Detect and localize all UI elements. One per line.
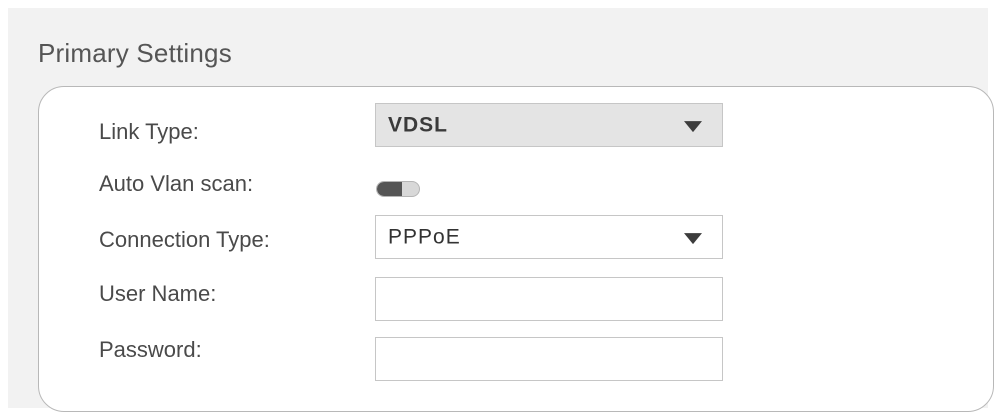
user-name-input[interactable]	[375, 277, 723, 321]
auto-vlan-scan-label: Auto Vlan scan:	[99, 171, 254, 196]
connection-type-select[interactable]: PPPoE	[375, 215, 723, 259]
password-label: Password:	[99, 337, 202, 362]
auto-vlan-scan-toggle[interactable]	[376, 181, 420, 197]
connection-type-label: Connection Type:	[99, 227, 270, 252]
user-name-label: User Name:	[99, 281, 217, 306]
toggle-knob	[377, 182, 403, 196]
connection-type-value: PPPoE	[388, 225, 461, 249]
password-input[interactable]	[375, 337, 723, 381]
link-type-value: VDSL	[388, 113, 449, 137]
section-title: Primary Settings	[38, 38, 232, 68]
primary-settings-panel: Primary Settings Link Type: VDSL Auto Vl…	[8, 8, 994, 412]
chevron-down-icon	[684, 233, 702, 245]
link-type-label: Link Type:	[99, 119, 199, 144]
link-type-select[interactable]: VDSL	[375, 103, 723, 147]
chevron-down-icon	[684, 121, 702, 133]
settings-card: Link Type: VDSL Auto Vlan scan: Connecti…	[38, 86, 994, 412]
